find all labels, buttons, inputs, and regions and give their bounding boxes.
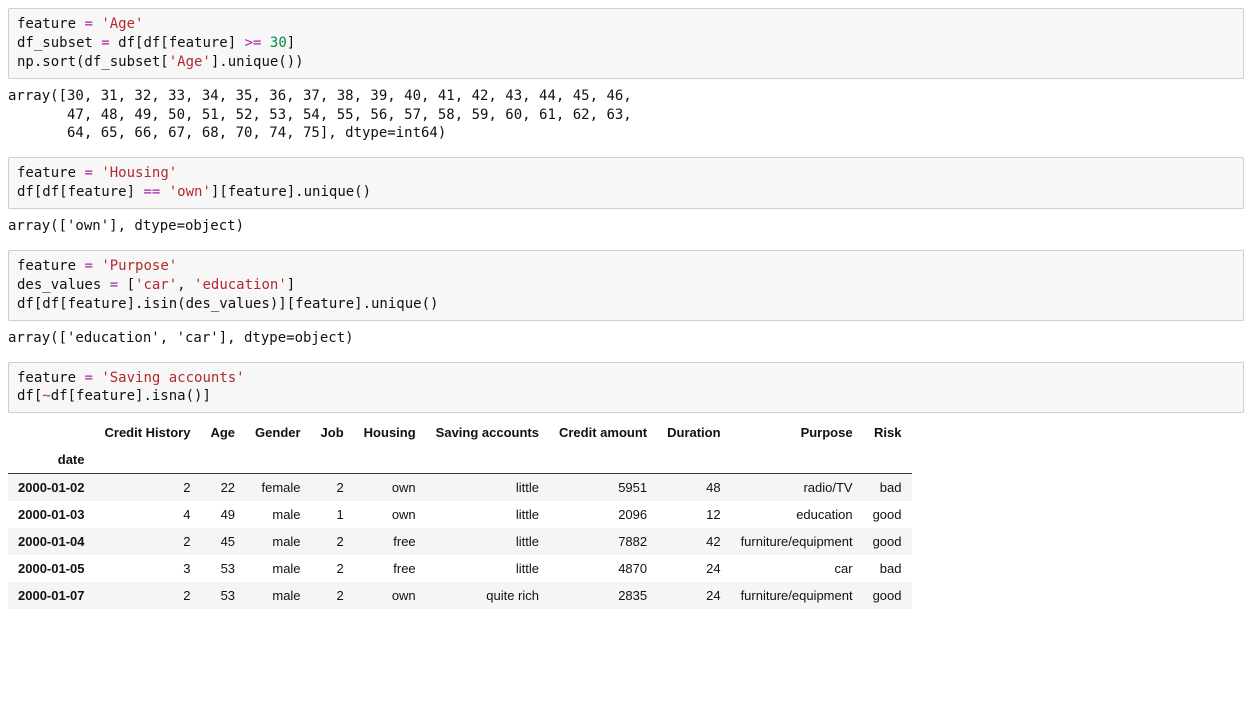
table-row: 2000-01-04245male2freelittle788242furnit… — [8, 528, 912, 555]
table-cell: free — [354, 528, 426, 555]
column-header: Housing — [354, 419, 426, 446]
table-cell: furniture/equipment — [731, 582, 863, 609]
table-cell: little — [426, 528, 549, 555]
column-header: Saving accounts — [426, 419, 549, 446]
table-cell: 48 — [657, 474, 730, 502]
table-cell: 24 — [657, 582, 730, 609]
column-header: Age — [200, 419, 245, 446]
table-cell: 2096 — [549, 501, 657, 528]
table-cell: female — [245, 474, 311, 502]
table-cell: own — [354, 582, 426, 609]
table-cell: 2 — [95, 474, 201, 502]
table-cell: own — [354, 474, 426, 502]
table-cell: male — [245, 528, 311, 555]
table-cell: quite rich — [426, 582, 549, 609]
dataframe-table: Credit HistoryAgeGenderJobHousingSaving … — [8, 419, 912, 609]
table-cell: good — [863, 501, 912, 528]
table-cell: good — [863, 528, 912, 555]
cell-output: array([30, 31, 32, 33, 34, 35, 36, 37, 3… — [8, 83, 1244, 154]
row-index: 2000-01-04 — [8, 528, 95, 555]
table-cell: 24 — [657, 555, 730, 582]
column-header: Duration — [657, 419, 730, 446]
code-cell[interactable]: feature = 'Age' df_subset = df[df[featur… — [8, 8, 1244, 79]
table-cell: 2 — [311, 528, 354, 555]
table-cell: 2 — [95, 582, 201, 609]
table-cell: radio/TV — [731, 474, 863, 502]
table-cell: 2 — [311, 474, 354, 502]
table-cell: education — [731, 501, 863, 528]
code-cell[interactable]: feature = 'Housing' df[df[feature] == 'o… — [8, 157, 1244, 209]
table-cell: 49 — [200, 501, 245, 528]
row-index: 2000-01-05 — [8, 555, 95, 582]
table-cell: little — [426, 555, 549, 582]
table-cell: 7882 — [549, 528, 657, 555]
table-cell: 4 — [95, 501, 201, 528]
cell-output: array(['own'], dtype=object) — [8, 213, 1244, 246]
column-header: Risk — [863, 419, 912, 446]
table-cell: 4870 — [549, 555, 657, 582]
table-cell: 1 — [311, 501, 354, 528]
table-cell: 53 — [200, 555, 245, 582]
cell-output: array(['education', 'car'], dtype=object… — [8, 325, 1244, 358]
table-cell: car — [731, 555, 863, 582]
table-cell: 53 — [200, 582, 245, 609]
code-cell[interactable]: feature = 'Purpose' des_values = ['car',… — [8, 250, 1244, 321]
table-cell: own — [354, 501, 426, 528]
table-cell: little — [426, 501, 549, 528]
table-cell: free — [354, 555, 426, 582]
table-cell: 12 — [657, 501, 730, 528]
dataframe-output: Credit HistoryAgeGenderJobHousingSaving … — [8, 419, 1244, 609]
table-row: 2000-01-02222female2ownlittle595148radio… — [8, 474, 912, 502]
row-index: 2000-01-02 — [8, 474, 95, 502]
table-cell: 45 — [200, 528, 245, 555]
table-cell: 42 — [657, 528, 730, 555]
table-cell: 3 — [95, 555, 201, 582]
code-cell[interactable]: feature = 'Saving accounts' df[~df[featu… — [8, 362, 1244, 414]
table-cell: bad — [863, 555, 912, 582]
notebook: feature = 'Age' df_subset = df[df[featur… — [8, 8, 1244, 609]
table-cell: 5951 — [549, 474, 657, 502]
table-cell: male — [245, 582, 311, 609]
column-header: Job — [311, 419, 354, 446]
column-header: Purpose — [731, 419, 863, 446]
row-index: 2000-01-03 — [8, 501, 95, 528]
table-cell: bad — [863, 474, 912, 502]
column-header: Gender — [245, 419, 311, 446]
table-cell: good — [863, 582, 912, 609]
table-row: 2000-01-05353male2freelittle487024carbad — [8, 555, 912, 582]
table-cell: 2 — [311, 555, 354, 582]
table-cell: 22 — [200, 474, 245, 502]
table-cell: 2 — [95, 528, 201, 555]
table-cell: furniture/equipment — [731, 528, 863, 555]
table-cell: male — [245, 501, 311, 528]
table-cell: 2 — [311, 582, 354, 609]
table-cell: 2835 — [549, 582, 657, 609]
table-cell: little — [426, 474, 549, 502]
row-index: 2000-01-07 — [8, 582, 95, 609]
index-name: date — [8, 446, 95, 474]
column-header: Credit History — [95, 419, 201, 446]
table-cell: male — [245, 555, 311, 582]
table-row: 2000-01-07253male2ownquite rich283524fur… — [8, 582, 912, 609]
table-row: 2000-01-03449male1ownlittle209612educati… — [8, 501, 912, 528]
column-header: Credit amount — [549, 419, 657, 446]
